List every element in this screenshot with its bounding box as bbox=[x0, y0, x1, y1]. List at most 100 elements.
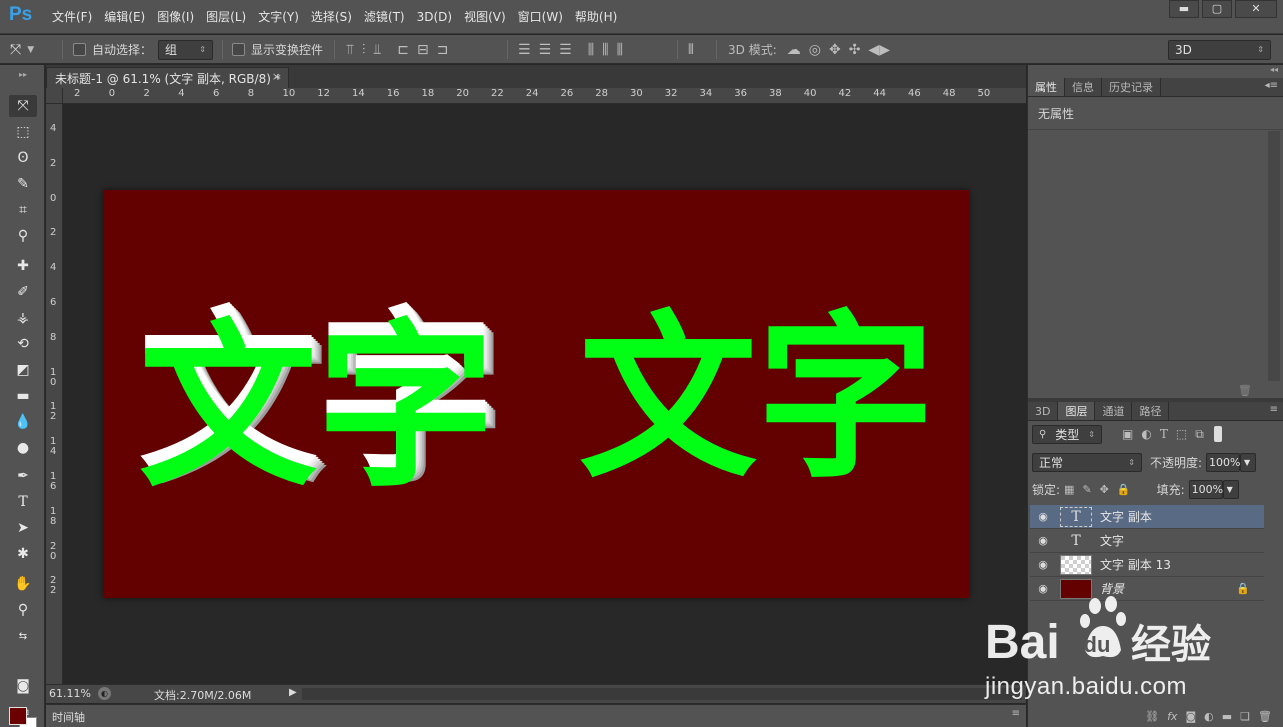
distribute-top-icon[interactable]: ☰ bbox=[518, 42, 531, 58]
blend-mode-dropdown[interactable]: 正常 ⇕ bbox=[1032, 452, 1142, 472]
tab-info[interactable]: 信息 bbox=[1065, 78, 1102, 96]
3d-roll-icon[interactable]: ◎ bbox=[809, 42, 821, 58]
trash-icon[interactable]: 🗑 bbox=[1238, 384, 1252, 397]
gradient-tool-icon[interactable]: ▬ bbox=[9, 385, 37, 407]
shape-tool-icon[interactable]: ✱ bbox=[9, 543, 37, 565]
panel-menu-icon[interactable]: ≡ bbox=[1270, 404, 1278, 415]
show-transform-checkbox[interactable] bbox=[232, 43, 245, 56]
delete-layer-icon[interactable]: 🗑 bbox=[1258, 710, 1272, 723]
add-mask-icon[interactable]: ◙ bbox=[1185, 710, 1196, 723]
3d-orbit-icon[interactable]: ☁ bbox=[787, 42, 801, 58]
opacity-input[interactable]: 100% bbox=[1206, 452, 1241, 472]
align-hcenter-icon[interactable]: ⊟ bbox=[417, 42, 429, 58]
panel-menu-icon[interactable]: ◂≡ bbox=[1265, 80, 1278, 91]
layer-style-icon[interactable]: fx bbox=[1167, 710, 1177, 723]
document-size-info[interactable]: 文档:2.70M/2.06M bbox=[154, 687, 251, 703]
collapse-icon[interactable]: ▸▸ bbox=[9, 69, 37, 79]
properties-scrollbar[interactable] bbox=[1268, 131, 1280, 381]
auto-select-checkbox[interactable] bbox=[73, 43, 86, 56]
clone-stamp-tool-icon[interactable]: ⚶ bbox=[9, 307, 37, 329]
dodge-tool-icon[interactable]: ● bbox=[9, 437, 37, 459]
zoom-tool-icon[interactable]: ⚲ bbox=[9, 599, 37, 621]
distribute-left-icon[interactable]: ⫼ bbox=[588, 42, 594, 58]
menu-type[interactable]: 文字(Y) bbox=[252, 0, 305, 34]
close-button[interactable]: ✕ bbox=[1235, 0, 1277, 18]
layer-row[interactable]: ◉ T 文字 副本 bbox=[1030, 505, 1264, 529]
adjustment-filter-icon[interactable]: ◐ bbox=[1141, 427, 1151, 441]
menu-view[interactable]: 视图(V) bbox=[458, 0, 512, 34]
align-bottom-icon[interactable]: ⫫ bbox=[373, 42, 381, 58]
tab-layers[interactable]: 图层 bbox=[1058, 402, 1096, 420]
tab-properties[interactable]: 属性 bbox=[1028, 78, 1065, 96]
menu-layer[interactable]: 图层(L) bbox=[200, 0, 252, 34]
layer-filter-dropdown[interactable]: ⚲ 类型 ⇕ bbox=[1032, 424, 1102, 444]
lock-all-icon[interactable]: 🔒 bbox=[1117, 483, 1131, 496]
workspace-dropdown[interactable]: 3D ⇕ bbox=[1168, 39, 1271, 60]
layer-row[interactable]: ◉ 文字 副本 13 bbox=[1030, 553, 1264, 577]
eraser-tool-icon[interactable]: ◩ bbox=[9, 359, 37, 381]
panel-menu-icon[interactable]: ≡ bbox=[1012, 708, 1020, 719]
fill-slider-toggle[interactable]: ▼ bbox=[1222, 479, 1239, 499]
align-top-icon[interactable]: ⫪ bbox=[346, 42, 354, 58]
timeline-tab[interactable]: 时间轴 bbox=[52, 709, 85, 725]
menu-image[interactable]: 图像(I) bbox=[151, 0, 200, 34]
smart-object-filter-icon[interactable]: ⧉ bbox=[1195, 427, 1204, 442]
align-vcenter-icon[interactable]: ⫶ bbox=[362, 42, 366, 58]
menu-help[interactable]: 帮助(H) bbox=[569, 0, 623, 34]
new-group-icon[interactable]: ▬ bbox=[1222, 710, 1232, 723]
collapse-panels-icon[interactable]: ◂◂ bbox=[1028, 65, 1283, 76]
distribute-vcenter-icon[interactable]: ☰ bbox=[539, 42, 552, 58]
menu-select[interactable]: 选择(S) bbox=[305, 0, 358, 34]
adjustment-layer-icon[interactable]: ◐ bbox=[1204, 710, 1214, 723]
ruler-origin[interactable] bbox=[46, 88, 63, 104]
tab-3d[interactable]: 3D bbox=[1028, 402, 1059, 420]
menu-window[interactable]: 窗口(W) bbox=[512, 0, 569, 34]
layer-name[interactable]: 文字 副本 bbox=[1100, 508, 1152, 525]
align-left-icon[interactable]: ⊏ bbox=[397, 42, 409, 58]
horizontal-scrollbar[interactable] bbox=[302, 688, 1022, 700]
lock-position-icon[interactable]: ✥ bbox=[1100, 483, 1109, 496]
history-brush-tool-icon[interactable]: ⟲ bbox=[9, 333, 37, 355]
type-filter-icon[interactable]: T bbox=[1160, 427, 1168, 441]
type-tool-icon[interactable]: T bbox=[9, 491, 37, 513]
tab-paths[interactable]: 路径 bbox=[1132, 402, 1170, 420]
document-tab[interactable]: 未标题-1 @ 61.1% (文字 副本, RGB/8) * × bbox=[46, 67, 289, 88]
menu-3d[interactable]: 3D(D) bbox=[411, 0, 458, 34]
distribute-hcenter-icon[interactable]: ⫼ bbox=[602, 42, 608, 58]
auto-select-dropdown[interactable]: 组 ⇕ bbox=[158, 39, 213, 60]
shape-filter-icon[interactable]: ⬚ bbox=[1176, 427, 1187, 441]
status-menu-icon[interactable]: ▶ bbox=[289, 687, 297, 698]
eyedropper-tool-icon[interactable]: ⚲ bbox=[9, 225, 37, 247]
link-layers-icon[interactable]: ⛓ bbox=[1145, 710, 1159, 723]
maximize-button[interactable]: ▢ bbox=[1202, 0, 1232, 18]
menu-edit[interactable]: 编辑(E) bbox=[98, 0, 151, 34]
path-select-tool-icon[interactable]: ➤ bbox=[9, 517, 37, 539]
3d-slide-icon[interactable]: ✣ bbox=[849, 42, 861, 58]
blur-tool-icon[interactable]: 💧 bbox=[9, 411, 37, 433]
minimize-button[interactable]: ▬ bbox=[1169, 0, 1199, 18]
status-info-icon[interactable]: ◐ bbox=[98, 687, 111, 700]
pixel-filter-icon[interactable]: ▣ bbox=[1122, 427, 1133, 441]
tab-channels[interactable]: 通道 bbox=[1095, 402, 1133, 420]
quick-select-tool-icon[interactable]: ✎ bbox=[9, 173, 37, 195]
visibility-eye-icon[interactable]: ◉ bbox=[1030, 510, 1056, 523]
opacity-slider-toggle[interactable]: ▼ bbox=[1240, 452, 1257, 472]
close-tab-icon[interactable]: × bbox=[272, 70, 281, 83]
swap-colors-icon[interactable]: ⇆ bbox=[9, 625, 37, 647]
menu-file[interactable]: 文件(F) bbox=[46, 0, 98, 34]
lock-transparent-icon[interactable]: ▦ bbox=[1064, 483, 1074, 496]
menu-filter[interactable]: 滤镜(T) bbox=[358, 0, 411, 34]
hand-tool-icon[interactable]: ✋ bbox=[9, 573, 37, 595]
zoom-level[interactable]: 61.11% bbox=[49, 687, 91, 700]
crop-tool-icon[interactable]: ⌗ bbox=[9, 199, 37, 221]
horizontal-ruler[interactable]: 2 0 2 4 6 8 10 12 14 16 18 20 22 24 26 28 30 32 34 36 38 40 42… bbox=[63, 88, 1026, 104]
lock-pixels-icon[interactable]: ✎ bbox=[1082, 483, 1091, 496]
document-canvas[interactable]: 文字 文字 文字 文字 文字 文字 文字 文字 bbox=[103, 190, 969, 598]
3d-scale-icon[interactable]: ◀▶ bbox=[868, 42, 890, 58]
3d-pan-icon[interactable]: ✥ bbox=[829, 42, 841, 58]
healing-brush-tool-icon[interactable]: ✚ bbox=[9, 255, 37, 277]
visibility-eye-icon[interactable]: ◉ bbox=[1030, 534, 1056, 547]
layer-name[interactable]: 文字 副本 13 bbox=[1100, 556, 1171, 573]
marquee-tool-icon[interactable]: ⬚ bbox=[9, 121, 37, 143]
tab-history[interactable]: 历史记录 bbox=[1102, 78, 1161, 96]
